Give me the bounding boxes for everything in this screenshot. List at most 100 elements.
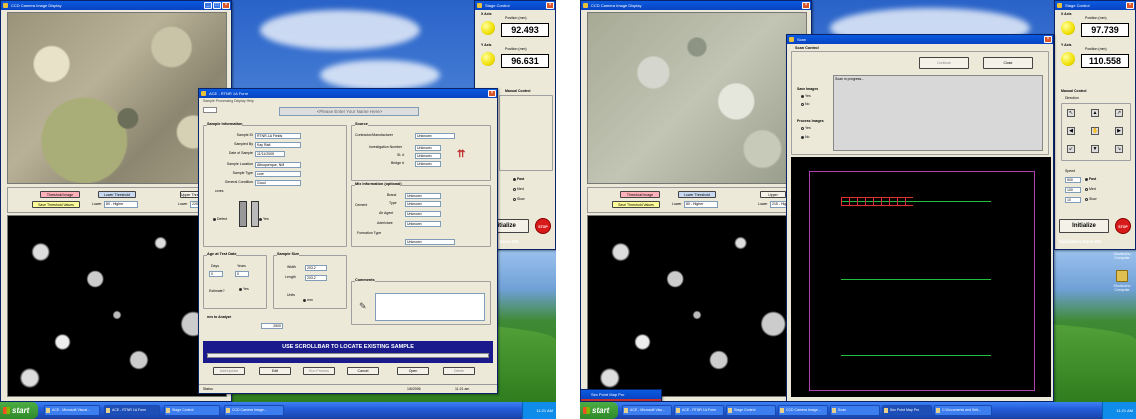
close-button[interactable]: × (1044, 36, 1052, 43)
task-button[interactable]: Sec Point Map Pro (882, 405, 932, 416)
speed-fast-field[interactable]: 500 (1065, 177, 1081, 183)
formation-type-field[interactable]: Unknown (405, 239, 455, 245)
close-button[interactable]: × (1126, 2, 1134, 9)
med-radio[interactable] (513, 187, 516, 191)
bridge-field[interactable]: Unknown (415, 161, 441, 167)
lower-select[interactable]: 80 - Higher (684, 201, 718, 208)
minimize-button[interactable]: _ (204, 2, 212, 9)
menu-bar[interactable]: Sample Processing Display Help (203, 99, 254, 104)
maximize-button[interactable]: □ (213, 2, 221, 9)
arrow-down-right-icon[interactable]: ↘ (1115, 145, 1123, 153)
process-no-label: No (805, 135, 810, 139)
save-yes-radio[interactable] (801, 94, 804, 98)
sample-type-select[interactable]: core (255, 171, 301, 177)
upper-threshold-button[interactable]: Upper (760, 191, 786, 198)
close-button[interactable]: × (546, 2, 554, 9)
arrow-right-icon[interactable]: ▶ (1115, 127, 1123, 135)
mm-radio[interactable] (303, 298, 306, 302)
toolbar-icons[interactable] (203, 107, 217, 113)
fast-radio[interactable] (1085, 177, 1088, 181)
width-field[interactable]: 203.2 (305, 265, 327, 271)
estimate-yes-option: Yes (239, 287, 249, 292)
center-hand-icon[interactable]: ✋ (1091, 127, 1099, 135)
st-field[interactable]: Unknown (415, 153, 441, 159)
stop-button[interactable]: STOP (1115, 218, 1131, 234)
speed-slow-field[interactable]: 10 (1065, 197, 1081, 203)
user-name-banner[interactable]: <Please Enter Your Name Here> (279, 107, 419, 116)
start-button[interactable]: start (0, 402, 38, 419)
length-field[interactable]: 203.2 (305, 275, 327, 281)
defect-option: Defect (213, 217, 227, 222)
fast-radio[interactable] (513, 177, 516, 181)
task-button[interactable]: ACE - Microsoft Visual... (44, 405, 100, 416)
sample-id-field[interactable]: RTNR-1A Fields (255, 133, 301, 139)
lower-threshold-button[interactable]: Lower Threshold (678, 191, 716, 198)
close-button[interactable]: × (222, 2, 230, 9)
continue-button[interactable]: Continue (919, 57, 969, 69)
air-agent-field[interactable]: Unknown (405, 211, 441, 217)
brand-field[interactable]: Unknown (405, 193, 441, 199)
open-button[interactable]: Open (397, 367, 429, 375)
arrow-up-right-icon[interactable]: ↗ (1115, 109, 1123, 117)
close-scan-button[interactable]: Close (983, 57, 1033, 69)
cancel-button[interactable]: Cancel (347, 367, 379, 375)
threshold-image-button[interactable]: Threshold Image (40, 191, 80, 198)
task-button[interactable]: ACE - RTNR 1A Form (104, 405, 160, 416)
comments-field[interactable] (375, 293, 485, 321)
process-yes-radio[interactable] (801, 126, 804, 130)
save-threshold-button[interactable]: Save Threshold Values (32, 201, 80, 208)
close-button[interactable]: × (802, 2, 810, 9)
window-title: Sec Point Map Pro (591, 392, 625, 397)
task-button[interactable]: CCD Camera Image... (778, 405, 828, 416)
stop-button[interactable]: STOP (535, 218, 551, 234)
task-button[interactable]: CCD Camera Image... (224, 405, 284, 416)
run-process-button[interactable]: Run Process (303, 367, 335, 375)
investigation-field[interactable]: Unknown (415, 145, 441, 151)
estimate-yes-radio[interactable] (239, 287, 242, 291)
delete-button[interactable]: Delete (443, 367, 475, 375)
task-button[interactable]: ACE - RTNR 1A Form (674, 405, 724, 416)
mix-type-field[interactable]: Unknown (405, 201, 441, 207)
sampled-by-field[interactable]: Kay Ratt (255, 142, 301, 148)
med-radio[interactable] (1085, 187, 1088, 191)
start-button[interactable]: start (580, 402, 618, 419)
arrow-up-icon[interactable]: ▲ (1091, 109, 1099, 117)
record-scrollbar[interactable] (207, 353, 489, 358)
close-button[interactable]: × (488, 90, 496, 97)
save-threshold-button[interactable]: Save Threshold Values (612, 201, 660, 208)
defect-radio[interactable] (213, 217, 216, 221)
task-button[interactable]: Stage Control (164, 405, 220, 416)
years-field[interactable]: 0 (235, 271, 249, 277)
arrow-down-icon[interactable]: ▼ (1091, 145, 1099, 153)
condition-field[interactable]: Good (255, 180, 301, 186)
location-field[interactable]: Albuquerque, NM (255, 162, 301, 168)
app-icon (780, 408, 784, 413)
contractor-field[interactable]: Unknown (415, 133, 455, 139)
admixture-field[interactable]: Unknown (405, 221, 441, 227)
date-field[interactable]: 11/11/2005 (255, 151, 285, 157)
add-update-button[interactable]: Add/Update (213, 367, 245, 375)
task-button[interactable]: C:\Documents and Sett... (934, 405, 992, 416)
lower-threshold-button[interactable]: Lower Threshold (98, 191, 136, 198)
task-button[interactable]: Scan (830, 405, 880, 416)
yes-radio[interactable] (259, 217, 262, 221)
edit-button[interactable]: Edit (259, 367, 291, 375)
task-button[interactable]: ACE - Microsoft Visu... (622, 405, 672, 416)
slow-radio[interactable] (1085, 197, 1088, 201)
lower-select[interactable]: 80 - Higher (104, 201, 138, 208)
y-position-readout: 110.558 (1081, 54, 1129, 68)
days-field[interactable]: 0 (209, 271, 223, 277)
arrow-up-left-icon[interactable]: ↖ (1067, 109, 1075, 117)
slow-radio[interactable] (513, 197, 516, 201)
initialize-button[interactable]: Initialize (1059, 219, 1109, 233)
analyze-field[interactable]: 2500 (261, 323, 283, 329)
task-button[interactable]: Stage Control (726, 405, 776, 416)
shortcut-icon[interactable] (1116, 270, 1128, 282)
task-label: Sec Point Map Pro (890, 408, 920, 412)
speed-med-field[interactable]: 100 (1065, 187, 1081, 193)
threshold-image-button[interactable]: Threshold Image (620, 191, 660, 198)
save-no-radio[interactable] (801, 102, 804, 106)
arrow-down-left-icon[interactable]: ↙ (1067, 145, 1075, 153)
process-no-radio[interactable] (801, 135, 804, 139)
arrow-left-icon[interactable]: ◀ (1067, 127, 1075, 135)
